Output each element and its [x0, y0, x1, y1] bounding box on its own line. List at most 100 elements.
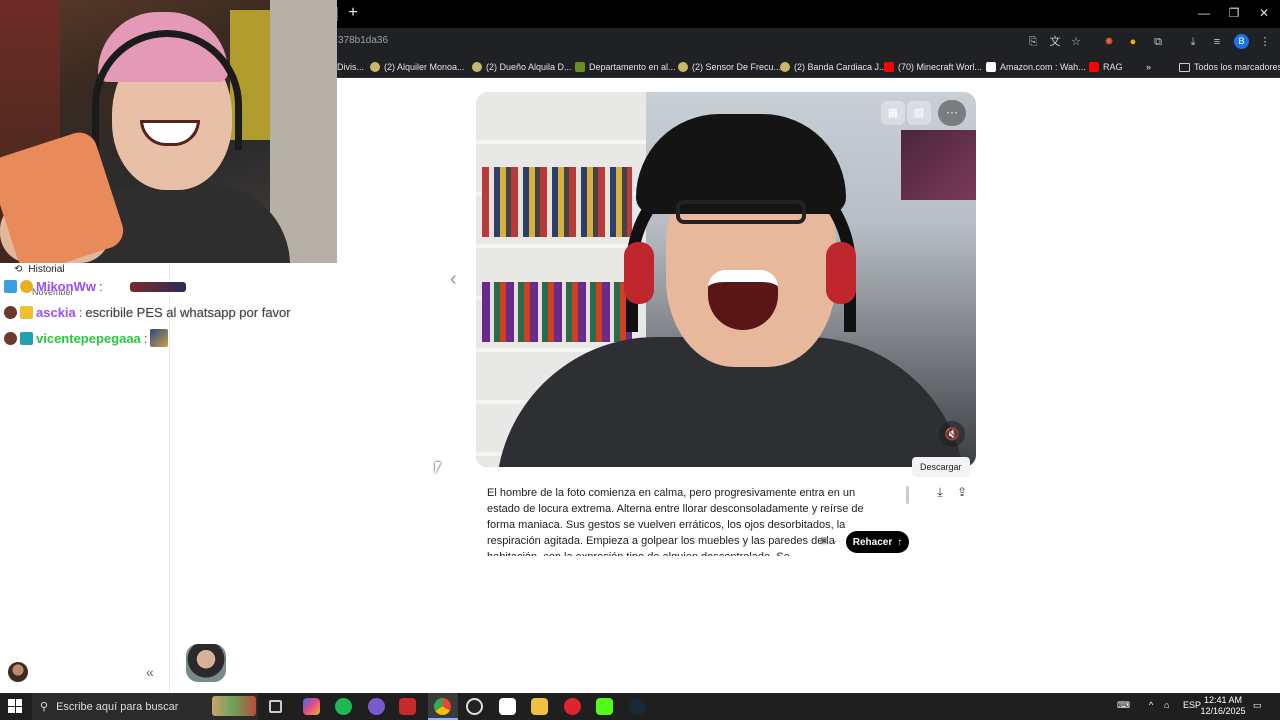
notifications-icon[interactable]: ▭ — [1253, 700, 1262, 711]
bookmark-label: Divis... — [337, 62, 364, 72]
search-placeholder: Escribe aquí para buscar — [56, 700, 179, 713]
chat-username: vicentepepegaaa — [36, 330, 141, 346]
bookmark-label: (2) Alquiler Monoa... — [384, 62, 465, 72]
previous-arrow-icon[interactable]: ‹ — [450, 268, 457, 291]
chat-badge-icon — [20, 331, 33, 345]
bookmark-item[interactable]: Departamento en al... — [575, 60, 676, 74]
file-explorer-icon[interactable] — [531, 698, 548, 715]
image-icon[interactable]: ▨ — [907, 101, 931, 125]
opera-icon[interactable] — [564, 698, 581, 715]
menu-icon[interactable]: ⋮ — [1257, 34, 1273, 50]
profile-avatar[interactable]: B — [1234, 34, 1249, 49]
chat-separator: : — [143, 330, 148, 346]
bookmark-label: (2) Sensor De Frecu... — [692, 62, 782, 72]
chat-badge-icon — [4, 279, 17, 293]
bookmark-label: Departamento en al... — [589, 62, 676, 72]
webcam-background — [270, 0, 337, 263]
model-selector[interactable]: ▣ ⌄ — [820, 535, 838, 546]
screen: + — ❐ ✕ 378b1da36 ⎘ 文 ☆ ✸ ● ⧉ ⤓ ≡ B ⋮ Di… — [0, 0, 1280, 720]
youtube-icon — [1089, 62, 1099, 72]
video-person-headset — [826, 242, 856, 304]
video-person-headset — [624, 242, 654, 304]
amazon-icon — [986, 62, 996, 72]
chat-message: asckia : escribile PES al whatsapp por f… — [4, 303, 291, 321]
search-icon: ⚲ — [40, 701, 49, 713]
bookmark-favicon-icon — [678, 62, 688, 72]
kick-icon[interactable] — [596, 698, 613, 715]
sidebar-item-historial[interactable]: ⟲ Historial — [14, 264, 65, 275]
chat-message: MikonWw : — [4, 277, 103, 295]
history-icon: ⟲ — [14, 264, 23, 275]
video-person-cap — [636, 114, 846, 214]
video-books — [482, 282, 632, 342]
steam-icon[interactable] — [629, 698, 646, 715]
redo-button[interactable]: Rehacer ↑ — [846, 531, 909, 553]
taskbar-clock[interactable]: 12:41 AM 12/16/2025 — [1198, 695, 1248, 717]
more-bookmarks-label: » — [1146, 62, 1152, 72]
extension-icon[interactable]: ● — [1125, 34, 1141, 50]
windows-start-icon[interactable] — [8, 699, 22, 713]
bookmark-item[interactable]: (2) Banda Cardiaca J... — [780, 60, 887, 74]
mouse-cursor-icon — [435, 462, 441, 474]
app-icon[interactable] — [399, 698, 416, 715]
close-window-button[interactable]: ✕ — [1249, 4, 1279, 22]
bookmark-item[interactable]: Amazon.com : Wah... — [986, 60, 1086, 74]
bookmark-item[interactable]: (70) Minecraft Worl... — [884, 60, 982, 74]
app-icon[interactable] — [499, 698, 516, 715]
bookmark-favicon-icon — [370, 62, 380, 72]
chat-badge-icon — [4, 331, 17, 345]
more-bookmarks-button[interactable]: » — [1146, 60, 1151, 74]
thumbnail-avatar[interactable] — [186, 644, 226, 682]
bookmark-item[interactable]: (2) Dueño Alquila D... — [472, 60, 572, 74]
translate-icon[interactable]: 文 — [1047, 34, 1063, 50]
download-icon[interactable]: ⤓ — [1185, 34, 1201, 50]
download-icon[interactable]: ⤓ — [930, 482, 950, 502]
taskbar: ⚲ Escribe aquí para buscar ⌨ ^ ⌂ ESP 12:… — [0, 693, 1280, 720]
collapse-sidebar-button[interactable]: « — [146, 664, 154, 680]
media-icon[interactable]: ≡ — [1209, 34, 1225, 50]
bookmark-item[interactable]: RAG — [1089, 60, 1123, 74]
new-tab-button[interactable]: + — [344, 4, 362, 22]
bookmark-label: RAG — [1103, 62, 1123, 72]
restore-button[interactable]: ❐ — [1219, 4, 1249, 22]
chat-text: escribile PES al whatsapp por favor — [85, 304, 291, 320]
extension-icon[interactable]: ✸ — [1101, 34, 1117, 50]
url-text[interactable]: 378b1da36 — [338, 35, 388, 46]
folder-icon — [1179, 62, 1190, 72]
prompt-text[interactable]: El hombre de la foto comienza en calma, … — [487, 485, 867, 556]
search-highlight-image[interactable] — [212, 696, 256, 716]
chat-emote — [150, 329, 169, 347]
install-icon[interactable]: ⎘ — [1025, 34, 1041, 50]
bookmark-favicon-icon — [780, 62, 790, 72]
minimize-button[interactable]: — — [1189, 4, 1219, 22]
task-view-icon[interactable] — [269, 700, 282, 713]
star-icon[interactable]: ☆ — [1068, 34, 1084, 50]
generated-video[interactable] — [476, 92, 976, 467]
chat-separator: : — [98, 278, 103, 294]
user-avatar[interactable] — [8, 662, 28, 682]
network-icon[interactable]: ⌂ — [1164, 700, 1169, 710]
bookmark-item[interactable]: (2) Sensor De Frecu... — [678, 60, 781, 74]
frames-icon[interactable]: ▦ — [881, 101, 905, 125]
app-icon[interactable] — [466, 698, 483, 715]
mute-icon[interactable]: 🔇 — [939, 421, 965, 447]
more-options-button[interactable]: ··· — [938, 100, 966, 126]
chevron-up-icon[interactable]: ^ — [1149, 700, 1153, 710]
youtube-icon — [884, 62, 894, 72]
arrow-up-icon: ↑ — [897, 536, 903, 548]
video-person-glasses — [676, 200, 806, 224]
copilot-icon[interactable] — [303, 698, 320, 715]
puzzle-icon[interactable]: ⧉ — [1150, 34, 1166, 50]
spotify-icon[interactable] — [335, 698, 352, 715]
chrome-icon[interactable] — [434, 698, 451, 715]
bookmark-label: (70) Minecraft Worl... — [898, 62, 982, 72]
bookmark-item[interactable]: (2) Alquiler Monoa... — [370, 60, 465, 74]
discord-icon[interactable] — [368, 698, 385, 715]
prompt-scrollbar[interactable] — [906, 486, 909, 504]
bookmark-item[interactable]: Divis... — [337, 60, 364, 74]
keyboard-icon[interactable]: ⌨ — [1117, 700, 1130, 711]
all-bookmarks-button[interactable]: Todos los marcadores — [1179, 60, 1280, 74]
all-bookmarks-label: Todos los marcadores — [1194, 62, 1280, 72]
share-icon[interactable]: ⇪ — [952, 482, 972, 502]
chat-separator: : — [78, 304, 83, 320]
